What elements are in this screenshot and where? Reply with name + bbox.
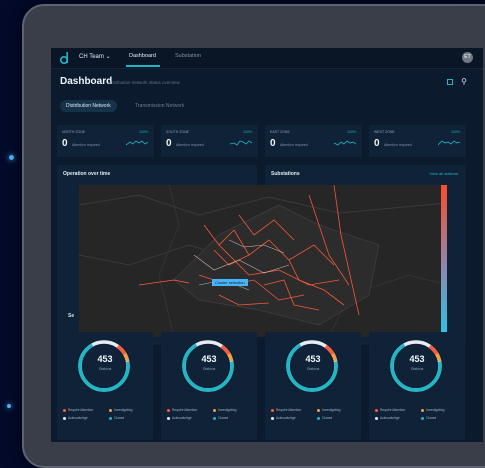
zone-percent: 100% — [139, 130, 148, 134]
active-tab-indicator — [126, 65, 160, 67]
top-navigation-bar: CH Team ⌄ Dashboard Substation ET — [51, 48, 483, 69]
zone-card-east[interactable]: EAST ZONE 0 Attention required 100% — [265, 125, 362, 157]
zone-card-north[interactable]: NORTH ZONE 0 Attention required 100% — [57, 125, 154, 157]
legend-item-investigating: Investigating — [109, 408, 133, 412]
background-dot — [9, 155, 14, 160]
map-color-scale — [441, 185, 447, 337]
map-pin-icon[interactable]: ⚲ — [461, 78, 467, 86]
zone-name: EAST ZONE — [270, 130, 290, 134]
panel-title: Substations — [271, 171, 300, 177]
nav-tab-dashboard[interactable]: Dashboard — [129, 53, 156, 59]
zone-value: 0 — [62, 138, 68, 149]
page-title: Dashboard — [60, 76, 113, 87]
legend-item-investigating: Investigating — [421, 408, 445, 412]
sparkline-icon — [126, 140, 148, 146]
zone-value: 0 — [270, 138, 276, 149]
zone-name: SOUTH ZONE — [166, 130, 189, 134]
map-selection-label: Cluster selection — [212, 279, 248, 286]
legend-item-closed: Closed — [317, 416, 332, 420]
stations-label: Stations — [202, 367, 216, 371]
legend-item-closed: Closed — [213, 416, 228, 420]
avatar[interactable]: ET — [462, 52, 473, 63]
chevron-down-icon: ⌄ — [105, 54, 111, 60]
legend-item-acknowledge: Acknowledge — [167, 416, 192, 420]
sparkline-icon — [334, 140, 356, 146]
team-name: CH Team — [79, 54, 104, 60]
zone-percent: 100% — [243, 130, 252, 134]
zone-value: 0 — [166, 138, 172, 149]
zone-name: WEST ZONE — [374, 130, 395, 134]
legend-item-investigating: Investigating — [317, 408, 341, 412]
legend-item-require-attention: Require Attention — [167, 408, 197, 412]
legend-item-closed: Closed — [421, 416, 436, 420]
legend-item-investigating: Investigating — [213, 408, 237, 412]
zone-value: 0 — [374, 138, 380, 149]
stations-count: 453 — [201, 354, 217, 364]
stations-label: Stations — [98, 367, 112, 371]
sparkline-icon — [230, 140, 252, 146]
tab-transmission-network[interactable]: Transmission Network — [129, 100, 190, 112]
stations-gauge-ring — [390, 340, 442, 392]
map-graphic — [79, 185, 447, 337]
stations-gauge-ring — [286, 340, 338, 392]
legend-item-acknowledge: Acknowledge — [271, 416, 296, 420]
stations-gauge-ring — [182, 340, 234, 392]
legend-item-require-attention: Require Attention — [271, 408, 301, 412]
zone-status: Attention required — [176, 143, 204, 147]
zone-percent: 100% — [451, 130, 460, 134]
view-all-link[interactable]: View all stations — [429, 171, 458, 176]
stations-label: Stations — [306, 367, 320, 371]
network-map[interactable]: Cluster selection — [79, 185, 447, 337]
stations-count: 453 — [97, 354, 113, 364]
stations-count: 453 — [305, 354, 321, 364]
grid-view-icon[interactable] — [447, 79, 453, 85]
team-switcher[interactable]: CH Team ⌄ — [79, 53, 111, 60]
zone-name: NORTH ZONE — [62, 130, 86, 134]
zone-status: Attention required — [384, 143, 412, 147]
sparkline-icon — [438, 140, 460, 146]
stations-gauge-card[interactable]: 453 Stations Require Attention Investiga… — [161, 332, 257, 440]
stations-gauge-card[interactable]: 453 Stations Require Attention Investiga… — [369, 332, 465, 440]
legend-item-require-attention: Require Attention — [63, 408, 93, 412]
app-logo-icon — [59, 52, 69, 65]
legend-item-acknowledge: Acknowledge — [63, 416, 88, 420]
legend-item-require-attention: Require Attention — [375, 408, 405, 412]
nav-tab-substation[interactable]: Substation — [175, 53, 201, 59]
stations-gauge-card[interactable]: 453 Stations Require Attention Investiga… — [57, 332, 153, 440]
legend-item-closed: Closed — [109, 416, 124, 420]
zone-status: Attention required — [280, 143, 308, 147]
dashboard-screen: CH Team ⌄ Dashboard Substation ET Dashbo… — [51, 48, 483, 442]
stations-label: Stations — [410, 367, 424, 371]
stations-gauge-card[interactable]: 453 Stations Require Attention Investiga… — [265, 332, 361, 440]
panel-title: Operation over time — [63, 171, 111, 177]
zone-status: Attention required — [72, 143, 100, 147]
stations-count: 453 — [409, 354, 425, 364]
stations-gauge-ring — [78, 340, 130, 392]
legend-item-acknowledge: Acknowledge — [375, 416, 400, 420]
tab-distribution-network[interactable]: Distribution Network — [60, 100, 117, 112]
zone-percent: 100% — [347, 130, 356, 134]
background-dot — [7, 404, 11, 408]
zone-card-west[interactable]: WEST ZONE 0 Attention required 100% — [369, 125, 466, 157]
section-label: Se — [68, 313, 75, 319]
zone-card-south[interactable]: SOUTH ZONE 0 Attention required 100% — [161, 125, 258, 157]
page-subtitle: Distribution network status overview — [108, 80, 180, 85]
